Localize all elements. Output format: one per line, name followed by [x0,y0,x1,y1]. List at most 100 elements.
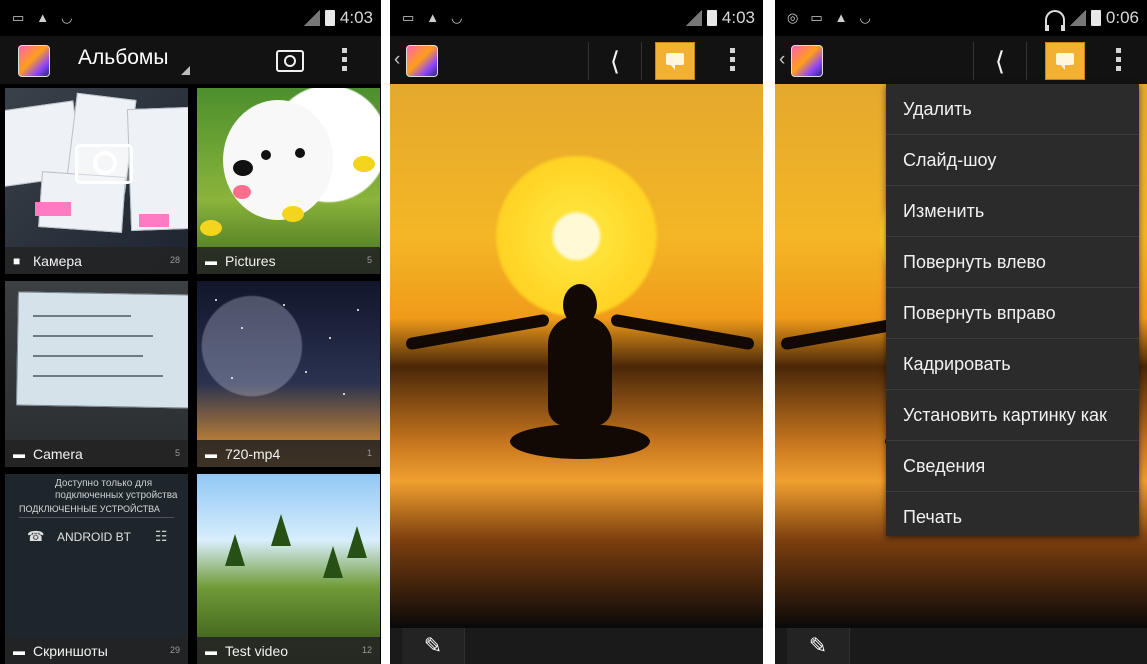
status-time: 4:03 [721,8,755,27]
photo-overflow-menu: Удалить Слайд-шоу Изменить Повернуть вле… [886,84,1139,536]
album-count: 5 [366,255,372,265]
album-label: ▬ 720-mp4 1 [197,440,380,467]
menu-item-set-picture-as[interactable]: Установить картинку как [886,390,1139,441]
album-name: Камера [33,253,82,269]
warning-icon: ▲ [426,10,440,25]
share-button[interactable]: ⟨ [588,42,642,80]
photo-view-screen: ▭ ▲ ◡ 4:03 ‹ ⟨ ✎ [390,0,763,664]
album-name: Скриншоты [33,643,108,659]
menu-item-edit[interactable]: Изменить [886,186,1139,237]
screenshot-device-name: ANDROID BT [57,530,132,544]
gallery-albums-screen: ▭ ▲ ◡ 4:03 Альбомы ■ Камера 28 ▬ Picture… [0,0,381,664]
photo-action-bar: ‹ ⟨ [775,36,1147,88]
photo-bottom-bar: ✎ [775,628,1147,664]
gallery-app-icon[interactable] [791,45,823,77]
dropdown-indicator-icon [181,66,190,75]
menu-item-details[interactable]: Сведения [886,441,1139,492]
sunset-photo [390,84,763,628]
photo-bottom-bar: ✎ [390,628,763,664]
comment-button[interactable] [1045,42,1085,80]
folder-icon: ▬ [205,254,217,268]
folder-icon: ▬ [205,447,217,461]
album-count: 5 [174,448,180,458]
albums-grid: ■ Камера 28 ▬ Pictures 5 ▬ Camera 5 ▬ 72… [0,88,381,664]
gallery-notification-icon: ▭ [402,10,415,25]
battery-icon [706,10,717,26]
album-tile[interactable]: ■ Камера 28 [5,88,188,274]
album-label: ▬ Pictures 5 [197,247,380,274]
signal-icon [1069,10,1086,26]
wifi-icon: ◡ [61,10,73,25]
warning-icon: ▲ [834,10,848,25]
edit-pencil-icon[interactable]: ✎ [402,628,465,664]
gallery-app-icon[interactable] [18,45,50,77]
wifi-icon: ◡ [859,10,871,25]
album-tile[interactable]: Доступно только для подключенных устройс… [5,474,188,664]
camera-button[interactable] [276,50,304,72]
menu-item-crop[interactable]: Кадрировать [886,339,1139,390]
phone-icon: ☎ [27,528,45,544]
album-tile[interactable]: ▬ Test video 12 [197,474,380,664]
overflow-menu-icon[interactable] [342,48,348,71]
battery-icon [1090,10,1101,26]
folder-icon: ▬ [13,447,25,461]
action-bar: Альбомы [0,36,381,84]
album-count: 1 [366,448,372,458]
edit-pencil-icon[interactable]: ✎ [787,628,850,664]
status-bar: ▭ ▲ ◡ 4:03 [390,0,763,36]
folder-icon: ▬ [13,644,25,658]
signal-icon [685,10,702,26]
status-time: 4:03 [339,8,373,27]
gallery-notification-icon: ▭ [810,10,823,25]
album-label: ▬ Test video 12 [197,637,380,664]
screenshot-note-line2: подключенных устройства [55,490,178,501]
signal-icon [303,10,320,26]
wifi-icon: ◡ [451,10,463,25]
photo-action-bar: ‹ ⟨ [390,36,763,88]
headphones-icon [1044,10,1065,31]
meditating-silhouette [405,284,755,494]
album-tile[interactable]: ▬ Camera 5 [5,281,188,467]
gallery-notification-icon: ▭ [12,10,25,25]
album-count: 29 [169,645,180,655]
menu-item-rotate-right[interactable]: Повернуть вправо [886,288,1139,339]
album-tile[interactable]: ▬ Pictures 5 [197,88,380,274]
camera-icon: ■ [13,254,21,268]
menu-item-print[interactable]: Печать [886,492,1139,542]
status-bar: ◎ ▭ ▲ ◡ 0:06 [775,0,1147,36]
status-time: 0:06 [1105,8,1139,27]
back-chevron-icon[interactable]: ‹ [394,49,400,71]
album-count: 12 [361,645,372,655]
folder-icon: ▬ [205,644,217,658]
album-name: 720-mp4 [225,446,281,462]
album-label: ▬ Скриншоты 29 [5,637,188,664]
album-label: ■ Камера 28 [5,247,188,274]
settings-sliders-icon: ☷ [155,528,168,544]
overflow-menu-icon[interactable] [1116,48,1122,71]
warning-icon: ▲ [36,10,50,25]
album-thumbnail [197,474,380,664]
comment-button[interactable] [655,42,695,80]
overflow-menu-icon[interactable] [730,48,736,71]
photo-menu-screen: ◎ ▭ ▲ ◡ 0:06 ‹ ⟨ Удалить Слайд-шоу Измен… [775,0,1147,664]
status-bar: ▭ ▲ ◡ 4:03 [0,0,381,36]
album-name: Pictures [225,253,276,269]
menu-item-delete[interactable]: Удалить [886,84,1139,135]
camera-icon [75,144,133,184]
screenshot-section-title: ПОДКЛЮЧЕННЫЕ УСТРОЙСТВА [19,504,160,514]
sync-icon: ◎ [787,10,799,25]
share-button[interactable]: ⟨ [973,42,1027,80]
album-count: 28 [169,255,180,265]
back-chevron-icon[interactable]: ‹ [779,49,785,71]
album-name: Camera [33,446,83,462]
album-view-title[interactable]: Альбомы [78,46,168,70]
menu-item-rotate-left[interactable]: Повернуть влево [886,237,1139,288]
album-thumbnail: Доступно только для подключенных устройс… [5,474,188,664]
gallery-app-icon[interactable] [406,45,438,77]
album-tile[interactable]: ▬ 720-mp4 1 [197,281,380,467]
battery-icon [324,10,335,26]
album-name: Test video [225,643,289,659]
album-label: ▬ Camera 5 [5,440,188,467]
screenshot-note-line1: Доступно только для [55,478,153,489]
menu-item-slideshow[interactable]: Слайд-шоу [886,135,1139,186]
